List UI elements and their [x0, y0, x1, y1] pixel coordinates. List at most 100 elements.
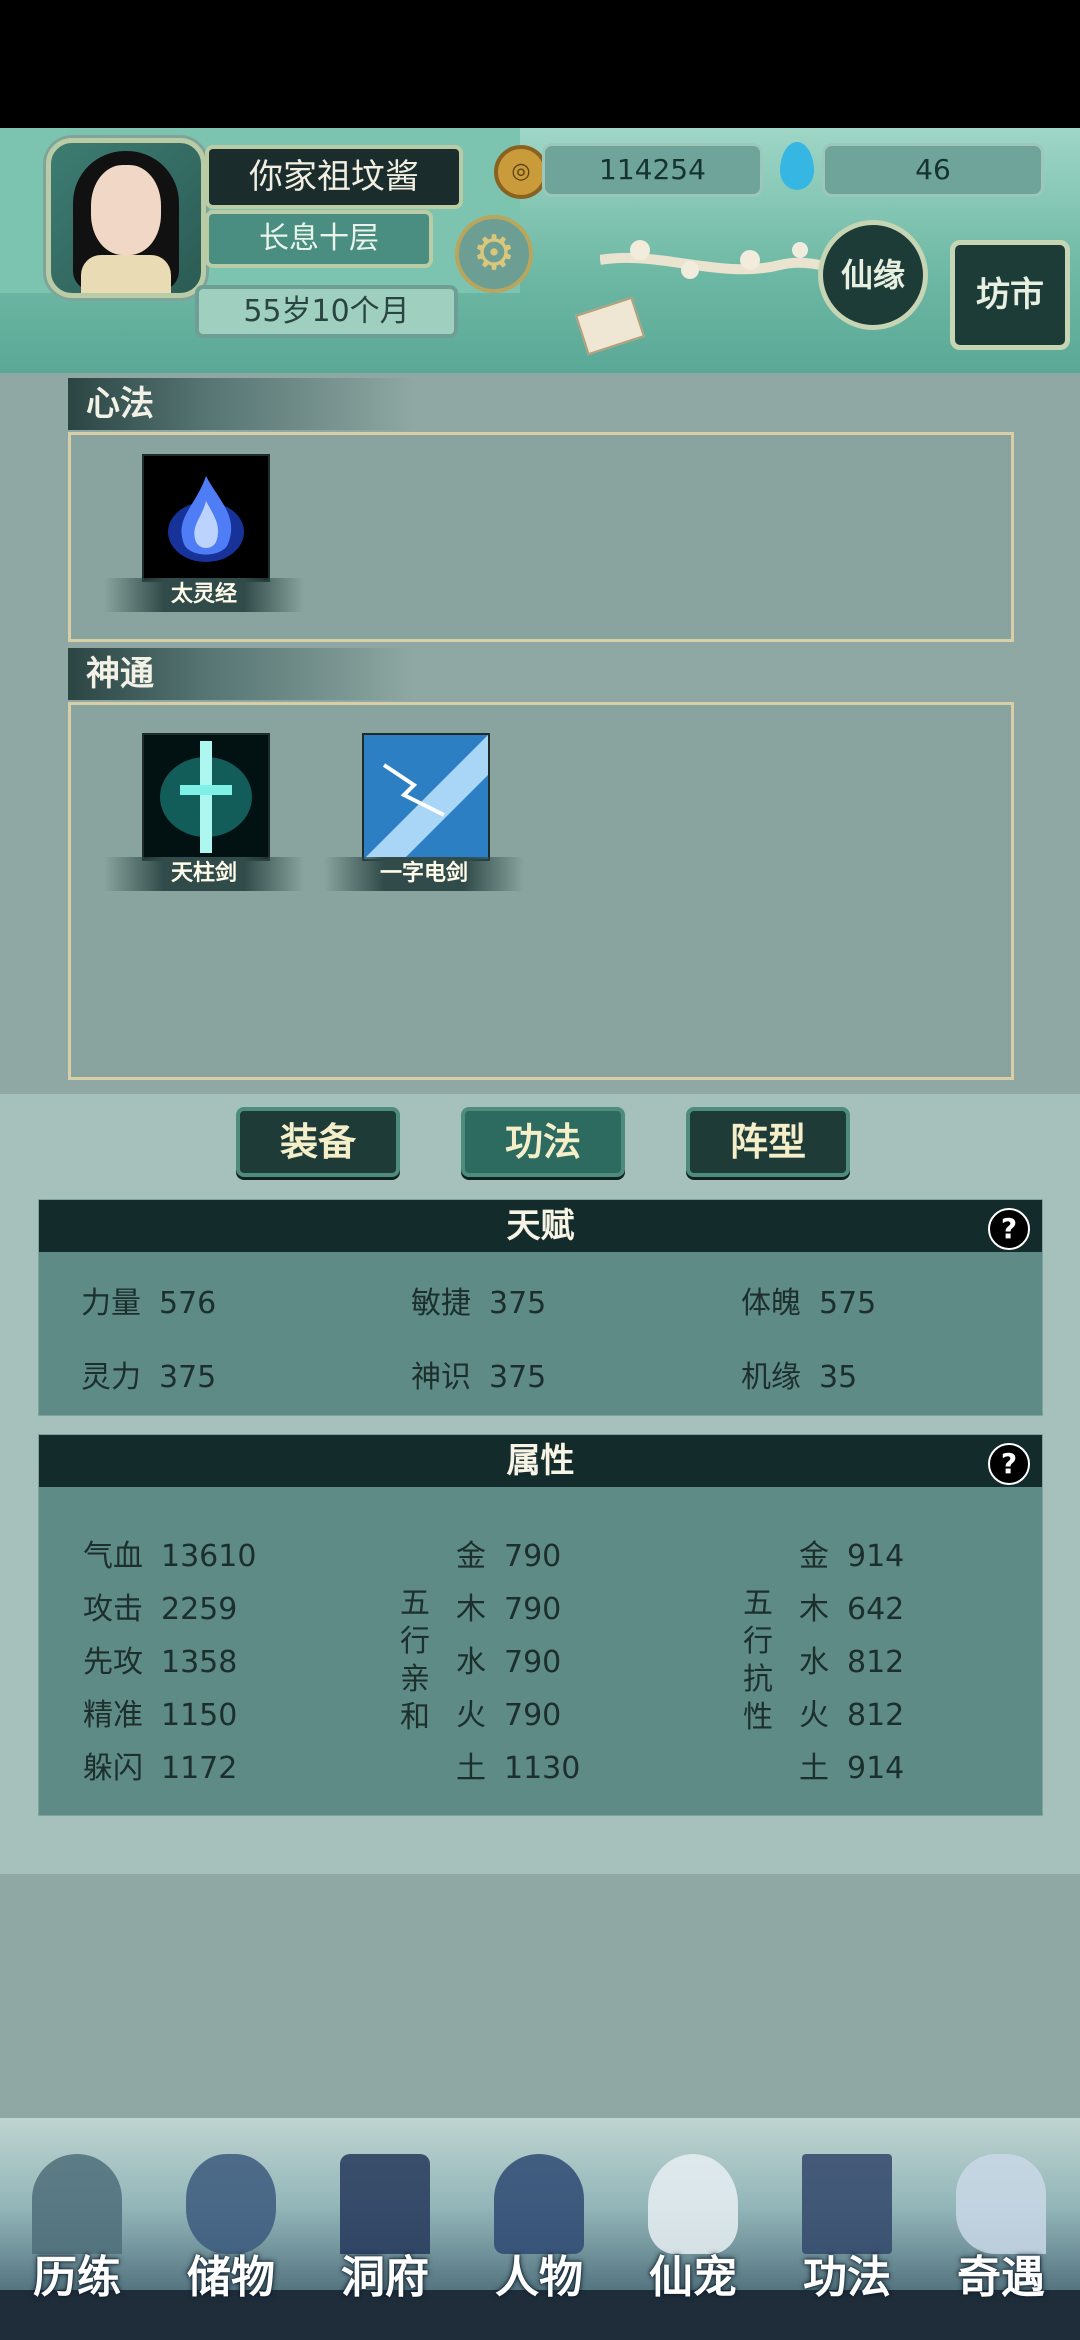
cyan-sword-icon	[142, 733, 270, 861]
resistance-stat: 木 642	[799, 1584, 904, 1628]
stat-label: 先攻	[83, 1645, 143, 1680]
group-char: 行	[400, 1624, 430, 1659]
stat-label: 神识	[411, 1360, 471, 1395]
nav-item-xianchong[interactable]: 仙宠	[618, 2138, 768, 2338]
talent-stat: 机缘 35	[741, 1352, 857, 1396]
attr-stat: 气血 13610	[83, 1531, 256, 1575]
settings-gear-icon[interactable]: ⚙	[455, 215, 533, 293]
stat-value: 812	[847, 1645, 905, 1680]
player-name: 你家祖坟酱	[205, 145, 463, 209]
avatar[interactable]	[46, 138, 206, 298]
coin-icon: ◎	[494, 145, 548, 199]
affinity-stat: 金 790	[456, 1531, 561, 1575]
stat-value: 914	[847, 1539, 905, 1574]
stat-label: 土	[456, 1751, 486, 1786]
talent-stat: 力量 576	[81, 1278, 216, 1322]
attributes-help-icon[interactable]: ?	[988, 1443, 1030, 1485]
xinfa-section-title: 心法	[68, 378, 416, 430]
talent-stat: 神识 375	[411, 1352, 546, 1396]
resistance-stat: 水 812	[799, 1637, 904, 1681]
stat-value: 575	[819, 1286, 877, 1321]
stat-value: 1358	[161, 1645, 238, 1680]
tab-gongfa[interactable]: 功法	[461, 1107, 625, 1177]
skill-name: 一字电剑	[324, 857, 524, 891]
resistance-stat: 火 812	[799, 1690, 904, 1734]
stat-label: 木	[799, 1592, 829, 1627]
stat-label: 力量	[81, 1286, 141, 1321]
group-char: 五	[743, 1586, 773, 1621]
five-elements-affinity-label: 五 行 亲 和	[399, 1585, 431, 1737]
skill-slot-tianzhu[interactable]: 天柱剑	[104, 733, 304, 903]
nav-item-chuwu[interactable]: 储物	[156, 2138, 306, 2338]
tab-equipment[interactable]: 装备	[236, 1107, 400, 1177]
talent-panel: 天赋 ? 力量 576 敏捷 375 体魄 575 灵力 375 神识 375 机缘 35	[38, 1199, 1043, 1416]
nav-label: 洞府	[341, 2252, 429, 2303]
talent-help-icon[interactable]: ?	[988, 1208, 1030, 1250]
xianyuan-button[interactable]: 仙缘	[818, 220, 928, 330]
group-char: 和	[400, 1700, 430, 1735]
attr-stat: 躲闪 1172	[83, 1743, 237, 1787]
nav-label: 功法	[803, 2252, 891, 2303]
stat-value: 375	[489, 1286, 547, 1321]
stat-value: 1150	[161, 1698, 238, 1733]
group-char: 行	[743, 1624, 773, 1659]
stat-label: 火	[456, 1698, 486, 1733]
tab-formation[interactable]: 阵型	[686, 1107, 850, 1177]
player-realm: 长息十层	[205, 210, 433, 268]
stat-value: 790	[504, 1539, 562, 1574]
stat-label: 灵力	[81, 1360, 141, 1395]
stat-label: 金	[456, 1539, 486, 1574]
resistance-stat: 土 914	[799, 1743, 904, 1787]
stat-label: 敏捷	[411, 1286, 471, 1321]
attr-stat: 先攻 1358	[83, 1637, 237, 1681]
resistance-stat: 金 914	[799, 1531, 904, 1575]
stat-label: 体魄	[741, 1286, 801, 1321]
stat-value: 642	[847, 1592, 905, 1627]
nav-label: 历练	[33, 2252, 121, 2303]
nav-label: 仙宠	[649, 2252, 737, 2303]
status-bar	[0, 0, 1080, 130]
five-elements-resistance-label: 五 行 抗 性	[742, 1585, 774, 1737]
shentong-section-title: 神通	[68, 648, 416, 700]
stat-label: 精准	[83, 1698, 143, 1733]
stat-value: 13610	[161, 1539, 257, 1574]
attributes-panel: 属性 ? 气血 13610 攻击 2259 先攻 1358 精准 1150 躲闪 1172…	[38, 1434, 1043, 1816]
stat-label: 攻击	[83, 1592, 143, 1627]
skill-name: 天柱剑	[104, 857, 304, 891]
coin-balance: 114254	[542, 143, 763, 197]
nav-item-dongfu[interactable]: 洞府	[310, 2138, 460, 2338]
attr-stat: 精准 1150	[83, 1690, 237, 1734]
avatar-face	[91, 165, 161, 255]
avatar-body	[81, 255, 171, 293]
gem-balance: 46	[822, 143, 1044, 197]
skill-slot-taiyuan[interactable]: 太灵经	[104, 454, 304, 624]
stat-label: 机缘	[741, 1360, 801, 1395]
stat-value: 375	[159, 1360, 217, 1395]
group-char: 亲	[400, 1662, 430, 1697]
blue-flame-icon	[142, 454, 270, 582]
skill-slot-yizidian[interactable]: 一字电剑	[324, 733, 524, 903]
stat-value: 2259	[161, 1592, 238, 1627]
stat-value: 375	[489, 1360, 547, 1395]
talent-stat: 体魄 575	[741, 1278, 876, 1322]
group-char: 性	[743, 1700, 773, 1735]
nav-item-renwu[interactable]: 人物	[464, 2138, 614, 2338]
skill-name: 太灵经	[104, 578, 304, 612]
stat-label: 气血	[83, 1539, 143, 1574]
stat-label: 水	[799, 1645, 829, 1680]
attr-stat: 攻击 2259	[83, 1584, 237, 1628]
talent-stat: 敏捷 375	[411, 1278, 546, 1322]
stat-label: 土	[799, 1751, 829, 1786]
talent-title: 天赋	[39, 1200, 1042, 1252]
stat-value: 1172	[161, 1751, 238, 1786]
stat-label: 木	[456, 1592, 486, 1627]
nav-item-qiyu[interactable]: 奇遇	[926, 2138, 1076, 2338]
lightning-sword-icon	[362, 733, 490, 861]
nav-label: 奇遇	[957, 2252, 1045, 2303]
nav-item-gongfa[interactable]: 功法	[772, 2138, 922, 2338]
nav-item-lilian[interactable]: 历练	[2, 2138, 152, 2338]
talent-stat: 灵力 375	[81, 1352, 216, 1396]
player-age: 55岁10个月	[195, 285, 458, 338]
fangshi-market-button[interactable]: 坊市	[950, 240, 1070, 350]
stat-label: 水	[456, 1645, 486, 1680]
